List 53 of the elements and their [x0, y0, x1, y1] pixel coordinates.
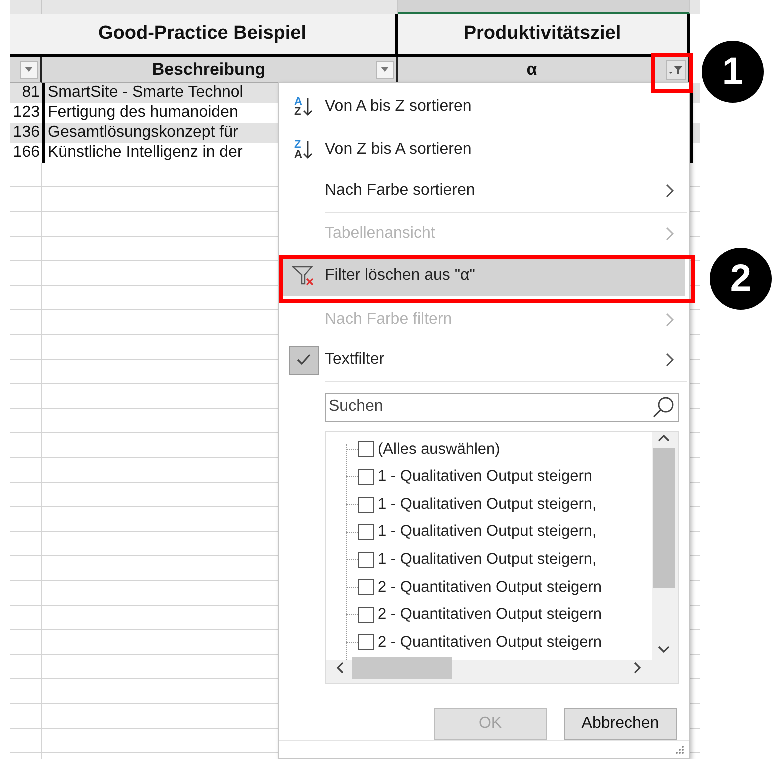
- highlight-frame: [651, 53, 693, 93]
- filter-dropdown-button[interactable]: [20, 60, 38, 78]
- column-title: α: [526, 58, 538, 81]
- table-cell-text: 136: [12, 123, 41, 143]
- menu-item[interactable]: Textfilter: [283, 340, 685, 380]
- chevron-right-icon: [666, 227, 675, 241]
- chevron-right-icon: [666, 353, 675, 367]
- scrollbar-thumb[interactable]: [352, 657, 452, 680]
- scroll-down-icon[interactable]: [658, 646, 670, 654]
- checkbox-label: 1 - Qualitativen Output steigern: [378, 467, 593, 488]
- checkbox[interactable]: [358, 634, 374, 650]
- step-number: 1: [702, 41, 764, 103]
- dropdown-arrow-icon: [25, 67, 33, 72]
- table-cell-text: 166: [12, 143, 41, 163]
- checkbox[interactable]: [358, 606, 374, 623]
- table-cell-text: 81: [21, 83, 41, 103]
- checkbox-label: 1 - Qualitativen Output steigern,: [378, 550, 597, 570]
- checkbox-label: (Alles auswählen): [378, 440, 500, 460]
- scroll-right-icon[interactable]: [634, 662, 642, 674]
- checkbox[interactable]: [358, 524, 374, 540]
- checkbox[interactable]: [358, 441, 374, 458]
- checkbox-label: 2 - Quantitativen Output steigern: [378, 605, 602, 626]
- table-cell: Produktivitätsziel: [398, 14, 690, 57]
- checkbox-label: 2 - Quantitativen Output steigern: [378, 578, 602, 598]
- chevron-right-icon: [666, 184, 675, 198]
- checkbox[interactable]: [358, 496, 374, 512]
- table-cell-text: 123: [12, 103, 41, 123]
- clear-filter-icon: [292, 265, 316, 287]
- checkbox-label: 2 - Quantitativen Output steigern: [378, 632, 602, 653]
- menu-item[interactable]: Nach Farbe sortieren: [283, 171, 685, 211]
- scroll-up-icon[interactable]: [658, 434, 670, 442]
- check-icon: [289, 346, 319, 374]
- chevron-right-icon: [666, 313, 675, 327]
- menu-item[interactable]: Filter löschen aus "α": [283, 256, 685, 296]
- step-number: 2: [710, 248, 772, 310]
- column-title: Beschreibung: [151, 58, 267, 81]
- checkbox-label: 1 - Qualitativen Output steigern,: [378, 494, 597, 515]
- cancel-button[interactable]: Abbrechen: [564, 708, 677, 740]
- filter-dropdown-button[interactable]: [376, 60, 394, 78]
- filter-icon: [669, 64, 683, 74]
- dropdown-arrow-icon: [381, 67, 389, 72]
- checkbox[interactable]: [358, 552, 374, 568]
- checkbox[interactable]: [358, 579, 374, 596]
- scroll-left-icon[interactable]: [336, 662, 344, 674]
- resize-grip-icon[interactable]: [675, 745, 685, 755]
- scrollbar-thumb[interactable]: [653, 448, 675, 588]
- search-field[interactable]: Suchen: [325, 393, 679, 422]
- table-cell: Good-Practice Beispiel: [10, 14, 398, 57]
- checkbox-label: 1 - Qualitativen Output steigern,: [378, 522, 597, 542]
- filter-active-button[interactable]: [666, 60, 686, 80]
- column-header[interactable]: [398, 0, 690, 14]
- checkbox[interactable]: [358, 468, 374, 485]
- search-icon: [653, 396, 675, 418]
